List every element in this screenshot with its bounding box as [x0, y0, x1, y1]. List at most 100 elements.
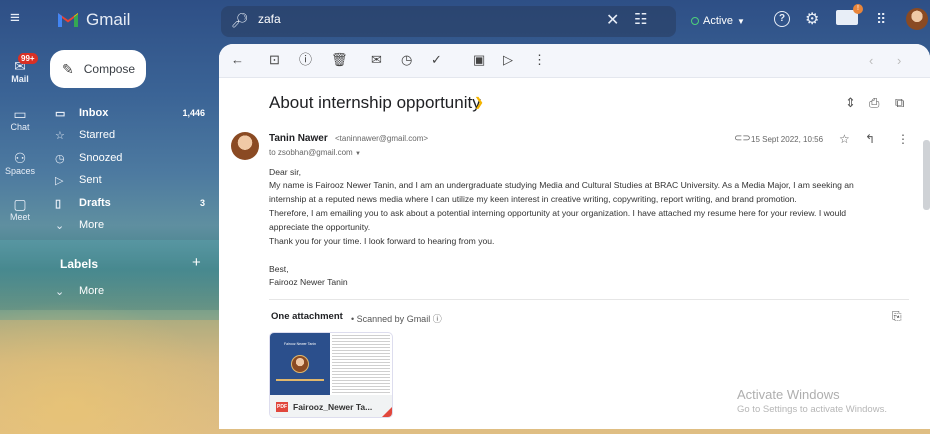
background-glow [0, 300, 230, 434]
rail-label-spaces: Spaces [4, 166, 36, 176]
email-body-line: Thank you for your time. I look forward … [269, 236, 495, 246]
apps-grid-icon[interactable]: ⠿ [876, 11, 886, 28]
draft-icon: ▯ [55, 197, 62, 210]
email-body-line: Best, [269, 264, 289, 274]
attachment-title: One attachment [271, 311, 343, 322]
clock-icon: ◷ [55, 152, 65, 165]
move-to-icon[interactable]: ▣ [473, 53, 485, 67]
add-task-icon[interactable]: ✓ [431, 53, 442, 67]
email-panel: ← ⊡ ⓘ 🗑︎ ✉ ◷ ✓ ▣ ▷ ⋮ ‹ › About internshi… [219, 44, 930, 429]
resume-thumb-title: Fairooz Newer Tanin [283, 342, 317, 346]
gmail-logo-icon [58, 13, 78, 27]
compose-label: Compose [83, 62, 136, 76]
main-menu-icon[interactable]: ≡ [10, 9, 28, 26]
compose-button[interactable]: ✎ Compose [50, 50, 146, 88]
attachment-scan-note: • Scanned by Gmail ⓘ [351, 314, 442, 324]
meet-icon: ▢ [13, 196, 27, 212]
resume-bar [276, 379, 324, 381]
notification-mail-icon[interactable]: ! [836, 4, 863, 25]
watermark-title: Activate Windows [737, 387, 840, 402]
notification-badge: ! [853, 4, 863, 14]
rail-label-chat: Chat [10, 122, 30, 132]
pencil-icon: ✎ [62, 60, 74, 77]
labels-more-label: More [79, 285, 105, 297]
add-to-drive-icon[interactable]: ⎘ [892, 309, 902, 324]
attachment-filename: Fairooz_Newer Ta... [293, 402, 373, 412]
reply-icon[interactable]: ↰ [865, 132, 875, 146]
nav-item-inbox[interactable]: ▭ Inbox 1,446 [55, 102, 215, 124]
app-brand: Gmail [86, 10, 131, 29]
snooze-icon[interactable]: ◷ [401, 53, 412, 67]
email-body-line: appreciate the opportunity. [269, 222, 371, 232]
nav-label: Drafts [79, 197, 111, 209]
chat-icon: ▭ [13, 106, 27, 122]
nav-item-more[interactable]: ⌄ More [55, 214, 215, 236]
resume-thumbnail: Fairooz Newer Tanin [270, 333, 330, 395]
label-icon[interactable]: ▷ [503, 53, 513, 67]
chevron-down-icon: ▼ [354, 151, 361, 157]
open-new-window-icon[interactable]: ⧉ [895, 95, 904, 111]
older-email-icon[interactable]: › [897, 53, 901, 68]
clear-search-icon[interactable]: ✕ [606, 10, 619, 30]
scrollbar[interactable] [923, 140, 930, 210]
add-label-icon[interactable]: + [192, 254, 201, 271]
rail-item-meet[interactable]: ▢ Meet [0, 196, 40, 222]
more-options-icon[interactable]: ⋮ [897, 132, 909, 146]
nav-item-snoozed[interactable]: ◷ Snoozed [55, 147, 215, 169]
more-options-icon[interactable]: ⋮ [533, 53, 546, 67]
mark-unread-icon[interactable]: ✉ [371, 53, 382, 67]
pdf-corner-icon [380, 405, 392, 417]
sender-name: Tanin Nawer [269, 133, 328, 144]
status-dropdown[interactable]: Active ▼ [685, 10, 757, 32]
labels-more[interactable]: ⌄ More [55, 280, 215, 302]
email-body-line: My name is Fairooz Newer Tanin, and I am… [269, 180, 854, 190]
rail-label-meet: Meet [9, 212, 30, 222]
status-dot-icon [691, 17, 699, 25]
sender-email: <taninnawer@gmail.com> [335, 134, 429, 143]
nav-label: Inbox [79, 107, 109, 119]
nav-item-drafts[interactable]: ▯ Drafts 3 [55, 192, 215, 214]
nav-label: More [79, 219, 105, 231]
report-spam-icon[interactable]: ⓘ [299, 53, 312, 67]
labels-heading: Labels [60, 257, 99, 271]
search-icon[interactable]: 🔎︎ [231, 12, 249, 29]
rail-item-spaces[interactable]: ⚇ Spaces [0, 150, 40, 176]
back-arrow-icon[interactable]: ← [231, 53, 244, 67]
nav-item-sent[interactable]: ▷ Sent [55, 169, 215, 191]
search-options-icon[interactable]: ☷ [634, 10, 647, 28]
expand-all-icon[interactable]: ⇕ [845, 95, 856, 111]
delete-icon[interactable]: 🗑︎ [331, 53, 348, 67]
print-icon[interactable]: ⎙ [869, 95, 879, 111]
resume-text-preview [332, 335, 390, 393]
attachment-card[interactable]: Fairooz Newer Tanin PDF Fairooz_Newer Ta… [269, 332, 393, 418]
nav-item-starred[interactable]: ☆ Starred [55, 124, 215, 146]
email-body-line: internship at a reputed news media where… [269, 194, 797, 204]
email-toolbar: ← ⊡ ⓘ 🗑︎ ✉ ◷ ✓ ▣ ▷ ⋮ ‹ › [219, 44, 930, 78]
resume-photo [291, 355, 309, 373]
help-icon[interactable]: ? [774, 11, 790, 27]
star-icon: ☆ [55, 129, 65, 142]
rail-label-mail: Mail [11, 74, 29, 84]
email-date: 15 Sept 2022, 10:56 [751, 135, 824, 144]
nav-label: Sent [79, 174, 102, 186]
divider [269, 299, 909, 300]
email-subject: About internship opportunity [269, 93, 481, 112]
chevron-down-icon: ▼ [736, 16, 745, 26]
recipient-line[interactable]: to zsobhan@gmail.com ▼ [269, 148, 361, 157]
attachment-footer: PDF Fairooz_Newer Ta... [270, 395, 392, 417]
account-avatar[interactable] [906, 8, 928, 30]
star-icon[interactable]: ☆ [839, 132, 850, 146]
settings-gear-icon[interactable]: ⚙ [805, 9, 819, 29]
attachment-icon: ⊂⊃ [734, 133, 751, 144]
status-label: Active [703, 15, 733, 27]
nav-count: 1,446 [182, 108, 205, 118]
sender-avatar[interactable] [231, 132, 259, 160]
pdf-icon: PDF [276, 402, 288, 412]
watermark-subtitle: Go to Settings to activate Windows. [737, 404, 887, 415]
rail-item-chat[interactable]: ▭ Chat [0, 106, 40, 132]
newer-email-icon[interactable]: ‹ [869, 53, 873, 68]
search-input[interactable] [258, 12, 558, 26]
top-bar: ≡ Gmail 🔎︎ ✕ ☷ Active ▼ ? ⚙ ! ⠿ [0, 0, 930, 44]
important-marker-icon[interactable]: ❯ [474, 95, 484, 109]
archive-icon[interactable]: ⊡ [269, 53, 280, 67]
